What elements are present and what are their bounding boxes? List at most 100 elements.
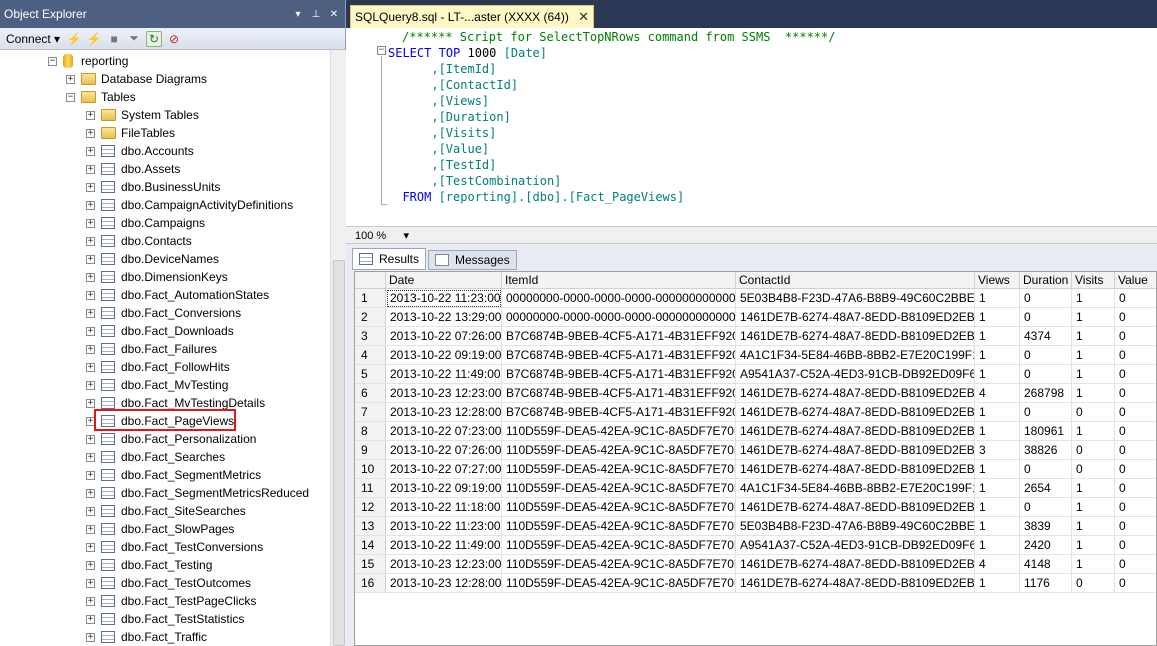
table-cell[interactable]: 2013-10-22 09:19:00 <box>386 346 502 365</box>
column-header[interactable] <box>355 272 386 289</box>
expand-icon[interactable]: + <box>86 290 95 300</box>
table-cell[interactable]: 1 <box>1072 308 1115 327</box>
expand-icon[interactable]: + <box>86 488 95 498</box>
table-cell[interactable]: 2013-10-22 11:18:00 <box>386 498 502 517</box>
column-header[interactable]: Visits <box>1072 272 1115 289</box>
expand-icon[interactable]: + <box>86 110 95 120</box>
tree-node[interactable]: + Database Diagrams <box>66 70 207 88</box>
table-cell[interactable]: A9541A37-C52A-4ED3-91CB-DB92ED09F68A <box>736 365 975 384</box>
table-cell[interactable]: 0 <box>1115 536 1156 555</box>
row-number[interactable]: 2 <box>355 308 386 327</box>
tree-node[interactable]: + dbo.Fact_SegmentMetricsReduced <box>86 484 309 502</box>
row-number[interactable]: 10 <box>355 460 386 479</box>
table-cell[interactable]: 1 <box>975 403 1020 422</box>
table-cell[interactable]: 2013-10-23 12:23:00 <box>386 555 502 574</box>
table-cell[interactable]: 110D559F-DEA5-42EA-9C1C-8A5DF7E70EF9 <box>502 460 736 479</box>
table-cell[interactable]: 110D559F-DEA5-42EA-9C1C-8A5DF7E70EF9 <box>502 555 736 574</box>
table-cell[interactable]: 4 <box>975 555 1020 574</box>
tab-messages[interactable]: Messages <box>428 250 517 270</box>
close-tab-icon[interactable]: ✕ <box>578 9 589 25</box>
tree-node[interactable]: + dbo.Fact_SiteSearches <box>86 502 246 520</box>
table-cell[interactable]: 110D559F-DEA5-42EA-9C1C-8A5DF7E70EF9 <box>502 422 736 441</box>
expand-icon[interactable]: + <box>86 434 95 444</box>
table-cell[interactable]: 1 <box>975 346 1020 365</box>
table-cell[interactable]: 3 <box>975 441 1020 460</box>
table-cell[interactable]: 1461DE7B-6274-48A7-8EDD-B8109ED2EB3D <box>736 403 975 422</box>
expand-icon[interactable]: + <box>86 344 95 354</box>
table-cell[interactable]: 1 <box>975 327 1020 346</box>
table-cell[interactable]: 0 <box>1020 289 1072 308</box>
expand-icon[interactable]: + <box>86 128 95 138</box>
filter-icon[interactable]: ⏷ <box>126 31 142 47</box>
row-number[interactable]: 11 <box>355 479 386 498</box>
table-cell[interactable]: 110D559F-DEA5-42EA-9C1C-8A5DF7E70EF9 <box>502 441 736 460</box>
table-cell[interactable]: 268798 <box>1020 384 1072 403</box>
activity-monitor-icon[interactable]: ⊘ <box>166 31 182 47</box>
table-cell[interactable]: 180961 <box>1020 422 1072 441</box>
table-cell[interactable]: 1461DE7B-6274-48A7-8EDD-B8109ED2EB3D <box>736 308 975 327</box>
tree-node[interactable]: + dbo.Campaigns <box>86 214 205 232</box>
column-header[interactable]: Value <box>1115 272 1156 289</box>
connect-button[interactable]: Connect ▾ <box>4 32 62 46</box>
table-cell[interactable]: 1 <box>1072 498 1115 517</box>
row-number[interactable]: 8 <box>355 422 386 441</box>
table-cell[interactable]: 1176 <box>1020 574 1072 593</box>
table-cell[interactable]: 110D559F-DEA5-42EA-9C1C-8A5DF7E70EF9 <box>502 498 736 517</box>
close-icon[interactable]: ✕ <box>327 9 341 20</box>
table-cell[interactable]: B7C6874B-9BEB-4CF5-A171-4B31EFF9204F <box>502 403 736 422</box>
collapse-icon[interactable]: − <box>66 92 75 102</box>
table-cell[interactable]: 1 <box>1072 536 1115 555</box>
table-cell[interactable]: 2654 <box>1020 479 1072 498</box>
row-number[interactable]: 6 <box>355 384 386 403</box>
table-cell[interactable]: 5E03B4B8-F23D-47A6-B8B9-49C60C2BBEC3 <box>736 289 975 308</box>
table-cell[interactable]: 0 <box>1072 460 1115 479</box>
table-cell[interactable]: 1461DE7B-6274-48A7-8EDD-B8109ED2EB3D <box>736 441 975 460</box>
tree-node[interactable]: + dbo.Fact_Searches <box>86 448 225 466</box>
results-grid[interactable]: Date ItemId ContactId Views Duration Visits Va… <box>354 271 1157 646</box>
expand-icon[interactable]: + <box>86 632 95 642</box>
row-number[interactable]: 4 <box>355 346 386 365</box>
table-cell[interactable]: 0 <box>1072 574 1115 593</box>
table-cell[interactable]: 1 <box>975 289 1020 308</box>
table-cell[interactable]: 0 <box>1115 289 1156 308</box>
table-cell[interactable]: 110D559F-DEA5-42EA-9C1C-8A5DF7E70EF9 <box>502 479 736 498</box>
table-cell[interactable]: 110D559F-DEA5-42EA-9C1C-8A5DF7E70EF9 <box>502 517 736 536</box>
table-cell[interactable]: 0 <box>1115 403 1156 422</box>
row-number[interactable]: 5 <box>355 365 386 384</box>
tree-node[interactable]: + dbo.Fact_TestStatistics <box>86 610 244 628</box>
table-cell[interactable]: 0 <box>1020 308 1072 327</box>
table-cell[interactable]: 0 <box>1115 479 1156 498</box>
table-cell[interactable]: 110D559F-DEA5-42EA-9C1C-8A5DF7E70EF9 <box>502 536 736 555</box>
row-number[interactable]: 13 <box>355 517 386 536</box>
table-cell[interactable]: 0 <box>1020 460 1072 479</box>
expand-icon[interactable]: + <box>86 164 95 174</box>
tree-scrollbar[interactable] <box>330 50 346 646</box>
row-number[interactable]: 14 <box>355 536 386 555</box>
table-cell[interactable]: 2013-10-23 12:23:00 <box>386 384 502 403</box>
expand-icon[interactable]: + <box>86 560 95 570</box>
table-cell[interactable]: 1 <box>975 479 1020 498</box>
table-cell[interactable]: 1 <box>975 536 1020 555</box>
expand-icon[interactable]: + <box>86 326 95 336</box>
tree-node[interactable]: + dbo.Fact_SegmentMetrics <box>86 466 261 484</box>
table-cell[interactable]: 0 <box>1115 327 1156 346</box>
tree-node[interactable]: − Tables <box>66 88 136 106</box>
table-cell[interactable]: 0 <box>1072 441 1115 460</box>
tree-node[interactable]: + dbo.Assets <box>86 160 180 178</box>
table-cell[interactable]: 2420 <box>1020 536 1072 555</box>
table-cell[interactable]: 0 <box>1115 308 1156 327</box>
row-number[interactable]: 1 <box>355 289 386 308</box>
tree-node[interactable]: + dbo.DeviceNames <box>86 250 219 268</box>
row-number[interactable]: 9 <box>355 441 386 460</box>
column-header[interactable]: Date <box>386 272 502 289</box>
table-cell[interactable]: 1 <box>975 460 1020 479</box>
table-cell[interactable]: 2013-10-22 09:19:00 <box>386 479 502 498</box>
table-cell[interactable]: 00000000-0000-0000-0000-000000000000 <box>502 289 736 308</box>
row-number[interactable]: 15 <box>355 555 386 574</box>
table-cell[interactable]: B7C6874B-9BEB-4CF5-A171-4B31EFF9204F <box>502 346 736 365</box>
table-cell[interactable]: 1 <box>975 574 1020 593</box>
expand-icon[interactable]: + <box>86 380 95 390</box>
tree-node[interactable]: + dbo.Fact_Testing <box>86 556 212 574</box>
expand-icon[interactable]: + <box>86 218 95 228</box>
tree-node[interactable]: + dbo.Fact_Traffic <box>86 628 207 646</box>
